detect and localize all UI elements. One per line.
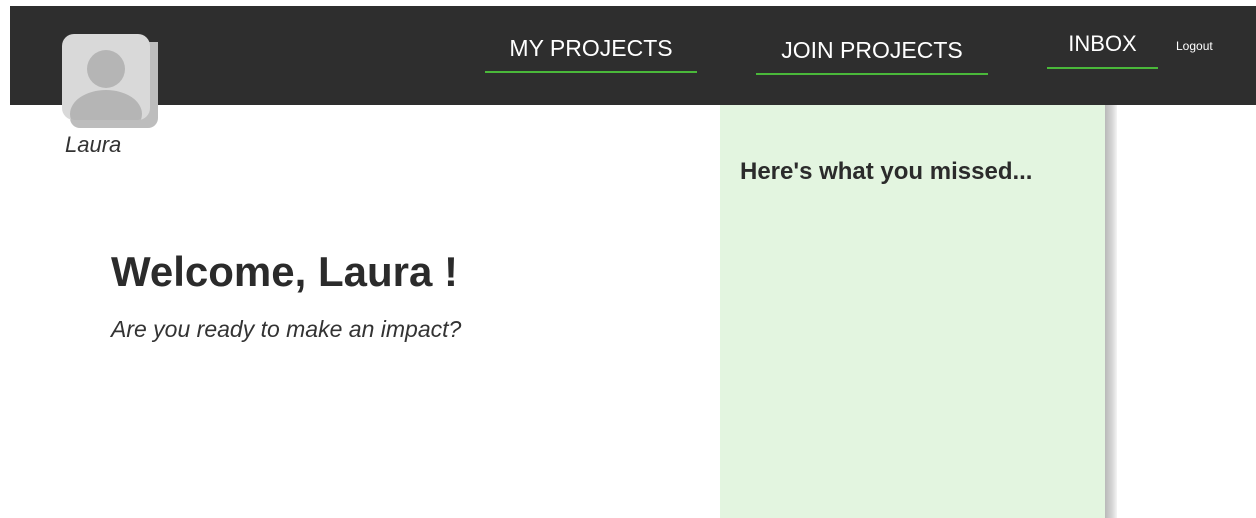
user-silhouette-icon bbox=[62, 34, 150, 120]
logout-link[interactable]: Logout bbox=[1176, 39, 1213, 53]
username-label: Laura bbox=[65, 132, 122, 157]
nav-inbox[interactable]: INBOX bbox=[1047, 31, 1158, 69]
avatar[interactable] bbox=[62, 34, 160, 130]
missed-panel-title: Here's what you missed... bbox=[740, 158, 1033, 185]
top-navbar: MY PROJECTS JOIN PROJECTS INBOX Logout bbox=[10, 6, 1256, 105]
nav-join-projects[interactable]: JOIN PROJECTS bbox=[756, 37, 988, 75]
welcome-subtitle: Are you ready to make an impact? bbox=[111, 316, 462, 342]
page: MY PROJECTS JOIN PROJECTS INBOX Logout L… bbox=[0, 0, 1256, 518]
nav-my-projects[interactable]: MY PROJECTS bbox=[485, 35, 697, 73]
missed-panel-shadow bbox=[1105, 105, 1117, 518]
welcome-heading: Welcome, Laura ! bbox=[111, 248, 458, 295]
